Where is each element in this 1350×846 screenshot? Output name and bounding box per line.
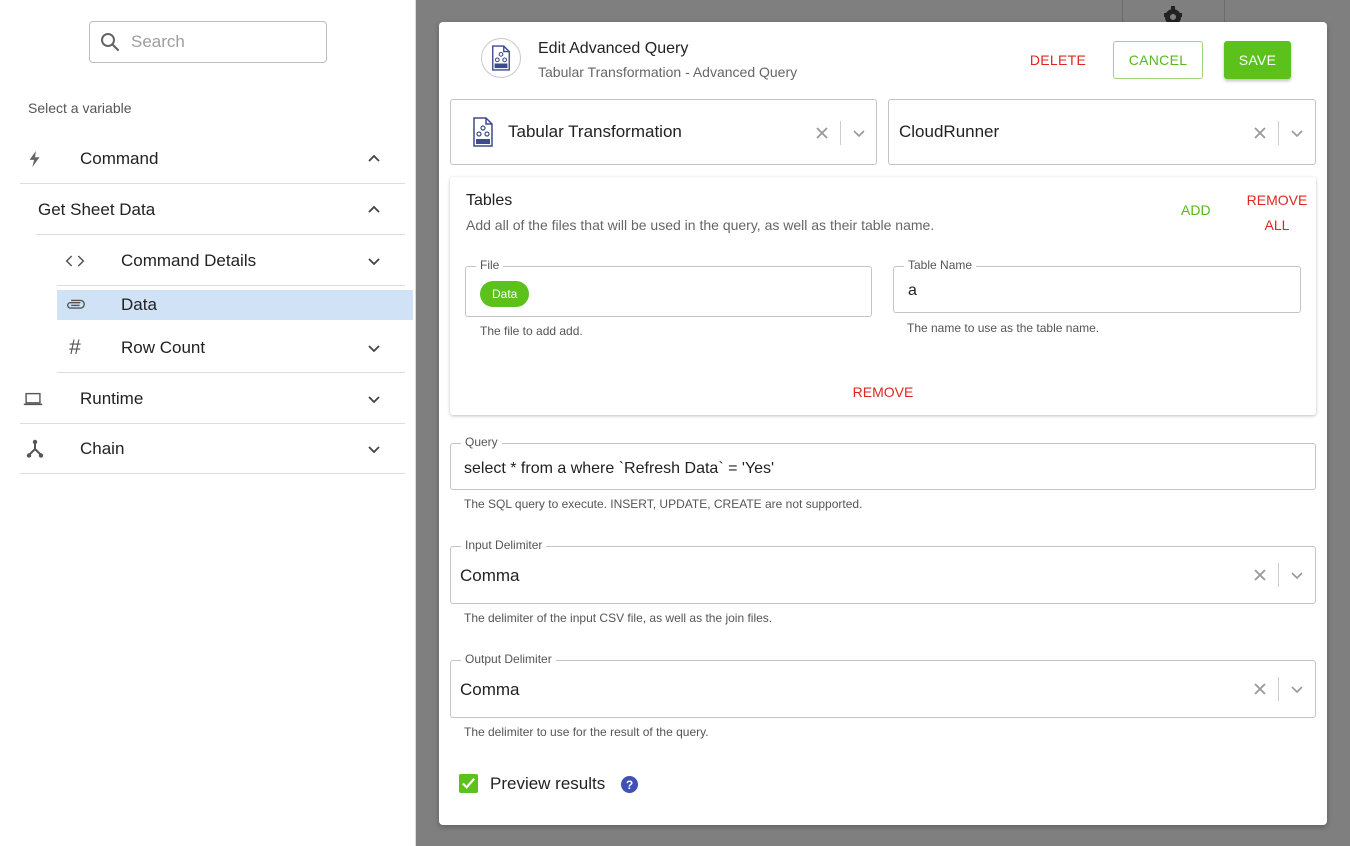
sidebar-item-label: Command Details: [121, 250, 257, 270]
chevron-down-icon[interactable]: [1290, 682, 1304, 696]
table-name-input[interactable]: a: [908, 282, 917, 300]
search-input[interactable]: [131, 32, 311, 52]
remove-all-label-line2: ALL: [1264, 217, 1290, 233]
dialog-subtitle: Tabular Transformation - Advanced Query: [538, 64, 798, 80]
sidebar-item-label: Get Sheet Data: [38, 199, 156, 219]
sidebar-item-label: Data: [121, 295, 157, 314]
input-delimiter-helper-text: The delimiter of the input CSV file, as …: [464, 611, 773, 625]
sidebar-item-label: Runtime: [80, 388, 144, 408]
chevron-down-icon[interactable]: [852, 126, 866, 140]
chevron-up-icon[interactable]: [367, 203, 381, 217]
sidebar-item-data[interactable]: Data: [57, 290, 413, 320]
clear-icon[interactable]: [1254, 127, 1266, 139]
chain-branch-icon: [25, 439, 45, 459]
chevron-down-icon[interactable]: [367, 442, 381, 456]
input-delimiter-select[interactable]: Input Delimiter Comma: [450, 538, 1316, 604]
background-divider: [1122, 0, 1123, 22]
clear-icon[interactable]: [1254, 683, 1266, 695]
preview-results-label: Preview results: [490, 774, 606, 793]
remove-all-label-line1: REMOVE: [1246, 192, 1308, 208]
select-divider: [1278, 121, 1279, 145]
input-delimiter-value: Comma: [460, 566, 520, 585]
chevron-up-icon[interactable]: [367, 152, 381, 166]
preview-results-checkbox[interactable]: [459, 774, 478, 793]
search-box[interactable]: [89, 21, 327, 63]
table-name-field[interactable]: Table Name a: [893, 258, 1301, 313]
hash-icon: #: [69, 335, 81, 359]
dialog-title: Edit Advanced Query: [538, 40, 689, 57]
sidebar-item-row-count[interactable]: # Row Count: [57, 323, 405, 373]
clear-icon[interactable]: [816, 127, 828, 139]
sidebar-item-label: Chain: [80, 438, 125, 458]
query-label: Query: [461, 435, 502, 449]
help-icon[interactable]: ?: [621, 776, 638, 793]
file-field[interactable]: File Data: [465, 258, 872, 317]
tables-description: Add all of the files that will be used i…: [466, 217, 935, 233]
query-input[interactable]: select * from a where `Refresh Data` = '…: [464, 460, 774, 478]
chevron-down-icon[interactable]: [1290, 568, 1304, 582]
sidebar-item-runtime[interactable]: Runtime: [20, 374, 405, 424]
paperclip-icon: [65, 295, 85, 315]
file-chip[interactable]: Data: [480, 281, 530, 307]
laptop-icon: [23, 389, 43, 409]
chevron-down-icon[interactable]: [367, 392, 381, 406]
edit-advanced-query-dialog: Edit Advanced Query Tabular Transformati…: [439, 22, 1327, 825]
runner-select[interactable]: CloudRunner: [888, 99, 1316, 165]
remove-table-button[interactable]: REMOVE: [839, 384, 927, 400]
variable-sidebar: Select a variable Command Get Sheet Data…: [0, 0, 416, 846]
select-divider: [840, 121, 841, 145]
output-delimiter-value: Comma: [460, 680, 520, 699]
query-helper-text: The SQL query to execute. INSERT, UPDATE…: [464, 497, 863, 511]
select-divider: [1278, 677, 1279, 701]
cancel-button[interactable]: CANCEL: [1113, 41, 1203, 79]
output-delimiter-helper-text: The delimiter to use for the result of t…: [464, 725, 709, 739]
save-button[interactable]: SAVE: [1224, 41, 1291, 79]
sidebar-item-chain[interactable]: Chain: [20, 424, 405, 474]
runner-select-value: CloudRunner: [899, 122, 1000, 141]
tables-title: Tables: [466, 192, 513, 209]
clear-icon[interactable]: [1254, 569, 1266, 581]
input-delimiter-label: Input Delimiter: [461, 538, 547, 552]
sidebar-item-label: Row Count: [121, 337, 206, 357]
chevron-down-icon[interactable]: [367, 341, 381, 355]
connection-select-value: Tabular Transformation: [508, 122, 682, 141]
chevron-down-icon[interactable]: [1290, 126, 1304, 140]
gear-icon[interactable]: [1162, 5, 1184, 22]
tab-file-icon: [481, 38, 521, 78]
sidebar-item-get-sheet-data[interactable]: Get Sheet Data: [36, 185, 405, 235]
tab-file-icon: [471, 116, 495, 153]
check-icon: [462, 778, 475, 789]
add-table-button[interactable]: ADD: [1181, 202, 1211, 218]
table-name-label: Table Name: [904, 258, 977, 272]
sidebar-item-command-details[interactable]: Command Details: [57, 236, 405, 286]
sidebar-item-command[interactable]: Command: [20, 134, 405, 184]
search-icon: [101, 33, 120, 52]
remove-all-button[interactable]: REMOVE ALL: [1239, 188, 1315, 238]
chevron-down-icon[interactable]: [367, 254, 381, 268]
query-field[interactable]: Query select * from a where `Refresh Dat…: [450, 435, 1316, 490]
table-name-helper-text: The name to use as the table name.: [907, 321, 1100, 335]
code-brackets-icon: [65, 251, 85, 271]
background-divider: [1224, 0, 1225, 22]
output-delimiter-select[interactable]: Output Delimiter Comma: [450, 652, 1316, 718]
sidebar-item-label: Command: [80, 148, 159, 168]
output-delimiter-label: Output Delimiter: [461, 652, 556, 666]
select-divider: [1278, 563, 1279, 587]
file-field-label: File: [476, 258, 504, 272]
bolt-icon: [25, 149, 45, 169]
delete-button[interactable]: DELETE: [1023, 41, 1093, 79]
file-helper-text: The file to add add.: [480, 324, 583, 338]
select-variable-label: Select a variable: [28, 100, 132, 116]
connection-select[interactable]: Tabular Transformation: [450, 99, 877, 165]
